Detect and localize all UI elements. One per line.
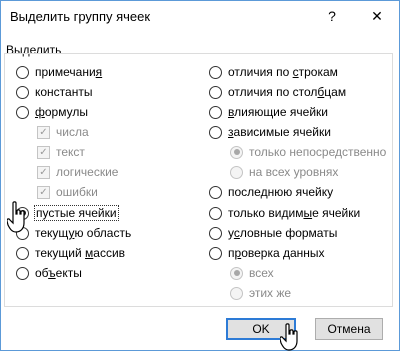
check-logicals-label: логические	[56, 165, 119, 179]
radio-conditional-formats-label: условные форматы	[228, 226, 338, 240]
dialog-title: Выделить группу ячеек	[10, 9, 151, 24]
radio-current-array-label: текущий массив	[35, 246, 126, 260]
radio-selected-icon[interactable]	[230, 266, 243, 280]
hand-cursor-icon	[7, 201, 25, 233]
radio-column-differences-label: отличия по столбцам	[228, 85, 347, 99]
check-numbers[interactable]: ✓ числа	[37, 123, 89, 141]
radio-icon[interactable]	[209, 246, 222, 260]
cancel-button[interactable]: Отмена	[315, 318, 383, 340]
radio-data-validation[interactable]: проверка данных	[209, 244, 325, 262]
radio-validation-same-label: этих же	[249, 286, 292, 300]
radio-column-differences[interactable]: отличия по столбцам	[209, 83, 346, 101]
radio-selected-icon[interactable]	[230, 145, 243, 159]
radio-conditional-formats[interactable]: условные форматы	[209, 224, 337, 242]
radio-dependents-label: зависимые ячейки	[228, 125, 331, 139]
radio-icon[interactable]	[209, 105, 222, 119]
radio-current-region-label: текущую область	[35, 226, 132, 240]
go-to-special-dialog: Выделить группу ячеек ? ✕ Выделить приме…	[0, 0, 400, 351]
radio-dependents[interactable]: зависимые ячейки	[209, 123, 331, 141]
radio-icon[interactable]	[209, 65, 222, 79]
radio-validation-all[interactable]: всех	[230, 264, 274, 282]
radio-notes[interactable]: примечания	[16, 63, 102, 81]
radio-icon[interactable]	[16, 65, 29, 79]
radio-last-cell-label: последнюю ячейку	[228, 185, 334, 199]
radio-icon[interactable]	[16, 85, 29, 99]
radio-row-differences[interactable]: отличия по строкам	[209, 63, 338, 81]
radio-icon[interactable]	[16, 266, 29, 280]
radio-direct-only[interactable]: только непосредственно	[230, 143, 386, 161]
radio-validation-all-label: всех	[249, 266, 274, 280]
radio-all-levels-label: на всех уровнях	[249, 165, 339, 179]
radio-icon[interactable]	[16, 105, 29, 119]
radio-icon[interactable]	[209, 85, 222, 99]
radio-blanks[interactable]: пустые ячейки	[16, 204, 119, 222]
radio-formulas[interactable]: формулы	[16, 103, 88, 121]
radio-last-cell[interactable]: последнюю ячейку	[209, 183, 333, 201]
radio-visible-only-label: только видимые ячейки	[228, 206, 361, 220]
checkbox-icon[interactable]: ✓	[37, 165, 50, 179]
radio-row-differences-label: отличия по строкам	[228, 65, 338, 79]
radio-validation-same[interactable]: этих же	[230, 284, 291, 302]
checkbox-icon[interactable]: ✓	[37, 185, 50, 199]
radio-direct-only-label: только непосредственно	[249, 145, 387, 159]
radio-icon[interactable]	[209, 206, 222, 220]
check-text-label: текст	[56, 145, 85, 159]
radio-notes-label: примечания	[35, 65, 103, 79]
check-logicals[interactable]: ✓ логические	[37, 163, 118, 181]
radio-icon[interactable]	[209, 125, 222, 139]
radio-icon[interactable]	[16, 246, 29, 260]
radio-formulas-label: формулы	[35, 105, 88, 119]
checkbox-icon[interactable]: ✓	[37, 125, 50, 139]
radio-constants[interactable]: константы	[16, 83, 92, 101]
radio-icon[interactable]	[230, 286, 243, 300]
radio-visible-only[interactable]: только видимые ячейки	[209, 204, 360, 222]
radio-objects[interactable]: объекты	[16, 264, 82, 282]
radio-current-array[interactable]: текущий массив	[16, 244, 125, 262]
radio-objects-label: объекты	[35, 266, 82, 280]
radio-precedents-label: влияющие ячейки	[228, 105, 328, 119]
radio-current-region[interactable]: текущую область	[16, 224, 131, 242]
hand-cursor-icon	[280, 323, 298, 351]
radio-constants-label: константы	[35, 85, 93, 99]
check-numbers-label: числа	[56, 125, 89, 139]
checkbox-icon[interactable]: ✓	[37, 145, 50, 159]
radio-all-levels[interactable]: на всех уровнях	[230, 163, 338, 181]
radio-icon[interactable]	[209, 226, 222, 240]
radio-data-validation-label: проверка данных	[228, 246, 325, 260]
radio-precedents[interactable]: влияющие ячейки	[209, 103, 328, 121]
check-text[interactable]: ✓ текст	[37, 143, 85, 161]
radio-blanks-label: пустые ячейки	[34, 205, 119, 221]
radio-icon[interactable]	[230, 165, 243, 179]
check-errors[interactable]: ✓ ошибки	[37, 183, 98, 201]
help-button[interactable]: ?	[324, 7, 340, 25]
radio-icon[interactable]	[209, 185, 222, 199]
check-errors-label: ошибки	[56, 185, 98, 199]
close-icon[interactable]: ✕	[369, 7, 385, 25]
